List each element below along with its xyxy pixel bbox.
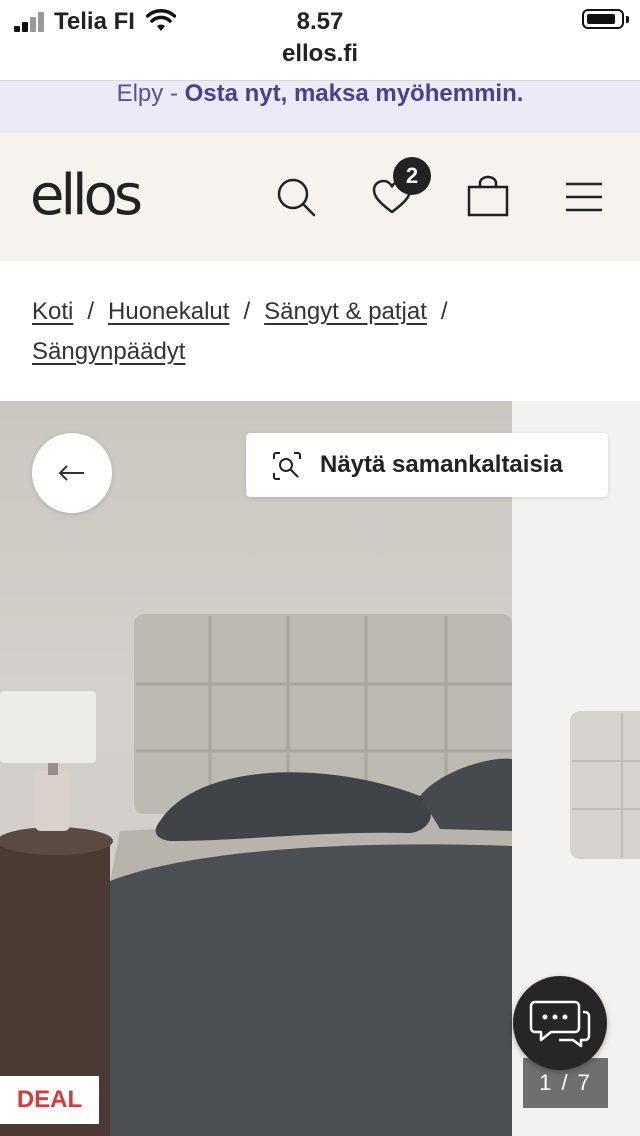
url-bar[interactable]: ellos.fi <box>0 40 640 68</box>
promo-banner[interactable]: Elpy - Osta nyt, maksa myöhemmin. <box>0 81 640 133</box>
deal-badge: DEAL <box>0 1076 99 1124</box>
chat-icon <box>529 1000 591 1048</box>
clock: 8.57 <box>296 8 344 35</box>
arrow-left-icon <box>58 465 84 481</box>
next-image-preview <box>570 711 640 859</box>
battery-icon <box>582 9 624 29</box>
promo-prefix: Elpy - <box>116 80 185 107</box>
battery-tip <box>626 16 629 23</box>
show-similar-label: Näytä samankaltaisia <box>320 451 563 478</box>
breadcrumb-separator: / <box>243 298 251 325</box>
site-header: ellos <box>0 133 640 261</box>
bag-icon[interactable] <box>466 175 510 217</box>
breadcrumb-koti[interactable]: Koti <box>32 298 73 325</box>
back-button[interactable] <box>32 433 112 513</box>
wishlist-count-badge: 2 <box>393 157 431 195</box>
ellos-logo[interactable]: ellos <box>30 163 143 228</box>
search-icon[interactable] <box>274 175 318 219</box>
promo-highlight: Osta nyt, maksa myöhemmin. <box>184 80 524 107</box>
menu-icon[interactable] <box>564 181 604 213</box>
breadcrumb-sangynpaadyt[interactable]: Sängynpäädyt <box>32 338 185 365</box>
breadcrumb: Koti / Huonekalut / Sängyt & patjat / Sängynpä… <box>32 292 612 372</box>
breadcrumb-huonekalut[interactable]: Huonekalut <box>108 298 229 325</box>
breadcrumb-sangyt-patjat[interactable]: Sängyt & patjat <box>264 298 427 325</box>
breadcrumb-separator: / <box>440 298 448 325</box>
status-bar: Telia FI 8.57 ellos.fi <box>0 0 640 81</box>
breadcrumb-separator: / <box>87 298 95 325</box>
show-similar-button[interactable]: Näytä samankaltaisia <box>246 433 608 497</box>
chat-button[interactable] <box>513 976 607 1070</box>
visual-search-icon <box>273 452 301 480</box>
